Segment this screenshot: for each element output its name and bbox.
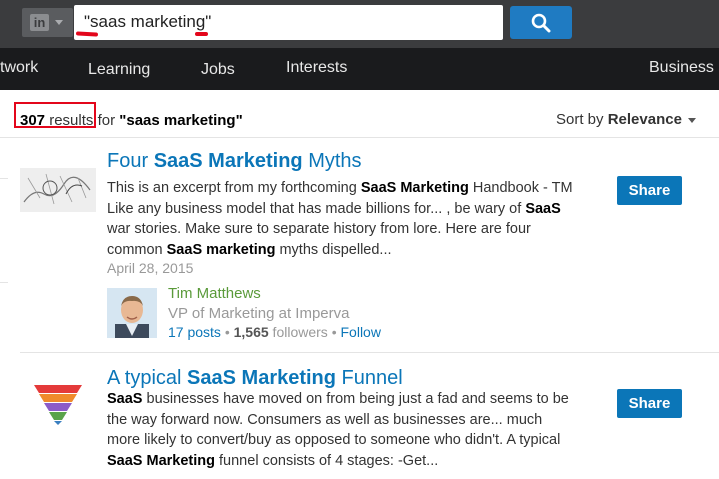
author-title: VP of Marketing at Imperva xyxy=(168,305,350,322)
search-icon xyxy=(531,13,551,32)
results-summary: 307 results for "saas marketing" xyxy=(20,112,243,129)
title-bold: SaaS Marketing xyxy=(187,367,336,389)
follow-link[interactable]: Follow xyxy=(341,324,381,340)
result-date: April 28, 2015 xyxy=(107,260,194,276)
snippet-text: This is an excerpt from my forthcoming xyxy=(107,180,361,196)
share-button[interactable]: Share xyxy=(617,176,682,205)
snippet-text: myths dispelled... xyxy=(275,241,392,258)
top-search-bar: in "saas marketing" × xyxy=(0,0,719,48)
result-title-link[interactable]: Four SaaS Marketing Myths xyxy=(107,150,362,173)
article-thumbnail[interactable] xyxy=(20,381,96,425)
result-divider xyxy=(20,352,719,353)
snippet-text: businesses have moved on from being just… xyxy=(107,391,569,448)
followers-count: 1,565 xyxy=(233,324,269,340)
chevron-down-icon xyxy=(55,20,63,25)
nav-item-interests[interactable]: Interests xyxy=(286,59,347,77)
snippet-text: funnel consists of 4 stages: -Get... xyxy=(215,452,439,469)
sort-value: Relevance xyxy=(607,111,682,128)
search-input-value: "saas marketing" xyxy=(84,12,212,31)
for-word: for xyxy=(97,112,116,129)
share-button[interactable]: Share xyxy=(617,389,682,418)
result-item: A typical SaaS Marketing Funnel SaaS bus… xyxy=(20,367,700,479)
funnel-image xyxy=(34,385,82,425)
article-thumbnail[interactable] xyxy=(20,168,96,212)
nav-item-jobs[interactable]: Jobs xyxy=(201,61,235,79)
linkedin-menu-button[interactable]: in xyxy=(22,8,73,37)
nav-item-business[interactable]: Business xyxy=(649,59,714,77)
title-bold: SaaS Marketing xyxy=(153,150,303,172)
sort-dropdown[interactable]: Sort by Relevance xyxy=(556,111,682,128)
linkedin-logo-icon: in xyxy=(30,14,49,31)
title-post: Funnel xyxy=(336,367,403,389)
title-post: Myths xyxy=(302,150,362,172)
author-name-link[interactable]: Tim Matthews xyxy=(168,285,261,302)
red-annotation-underline xyxy=(195,32,208,36)
avatar[interactable] xyxy=(107,288,157,338)
title-pre: A typical xyxy=(107,367,188,389)
snippet-keyword: SaaS Marketing xyxy=(107,452,215,469)
author-portrait xyxy=(107,288,157,338)
separator: • xyxy=(220,324,234,340)
title-pre: Four xyxy=(107,150,154,172)
main-nav: twork Learning Jobs Interests Business xyxy=(0,48,719,90)
author-stats: 17 posts • 1,565 followers • Follow xyxy=(168,324,381,340)
divider xyxy=(0,178,8,179)
followers-word: followers xyxy=(268,324,328,340)
result-title-link[interactable]: A typical SaaS Marketing Funnel xyxy=(107,367,403,390)
results-count: 307 xyxy=(20,112,46,129)
results-header: 307 results for "saas marketing" Sort by… xyxy=(0,90,719,138)
nav-item-network[interactable]: twork xyxy=(0,59,38,77)
myth-sketch-image xyxy=(20,168,96,212)
search-input[interactable]: "saas marketing" × xyxy=(74,5,567,40)
results-query: "saas marketing" xyxy=(119,112,243,129)
result-snippet: SaaS businesses have moved on from being… xyxy=(107,389,577,471)
result-item: Four SaaS Marketing Myths This is an exc… xyxy=(20,150,700,350)
sort-label: Sort by xyxy=(556,111,604,128)
nav-item-learning[interactable]: Learning xyxy=(88,61,150,79)
snippet-keyword: SaaS xyxy=(107,391,143,407)
separator: • xyxy=(327,324,341,340)
snippet-keyword: SaaS xyxy=(525,200,561,217)
result-snippet: This is an excerpt from my forthcoming S… xyxy=(107,178,577,260)
snippet-keyword: SaaS marketing xyxy=(166,241,276,258)
snippet-keyword: SaaS Marketing xyxy=(360,180,469,196)
divider xyxy=(0,282,8,283)
author-posts-link[interactable]: 17 posts xyxy=(168,324,221,340)
search-button[interactable] xyxy=(510,6,572,39)
chevron-down-icon[interactable] xyxy=(688,118,696,123)
results-word: results xyxy=(49,112,94,129)
